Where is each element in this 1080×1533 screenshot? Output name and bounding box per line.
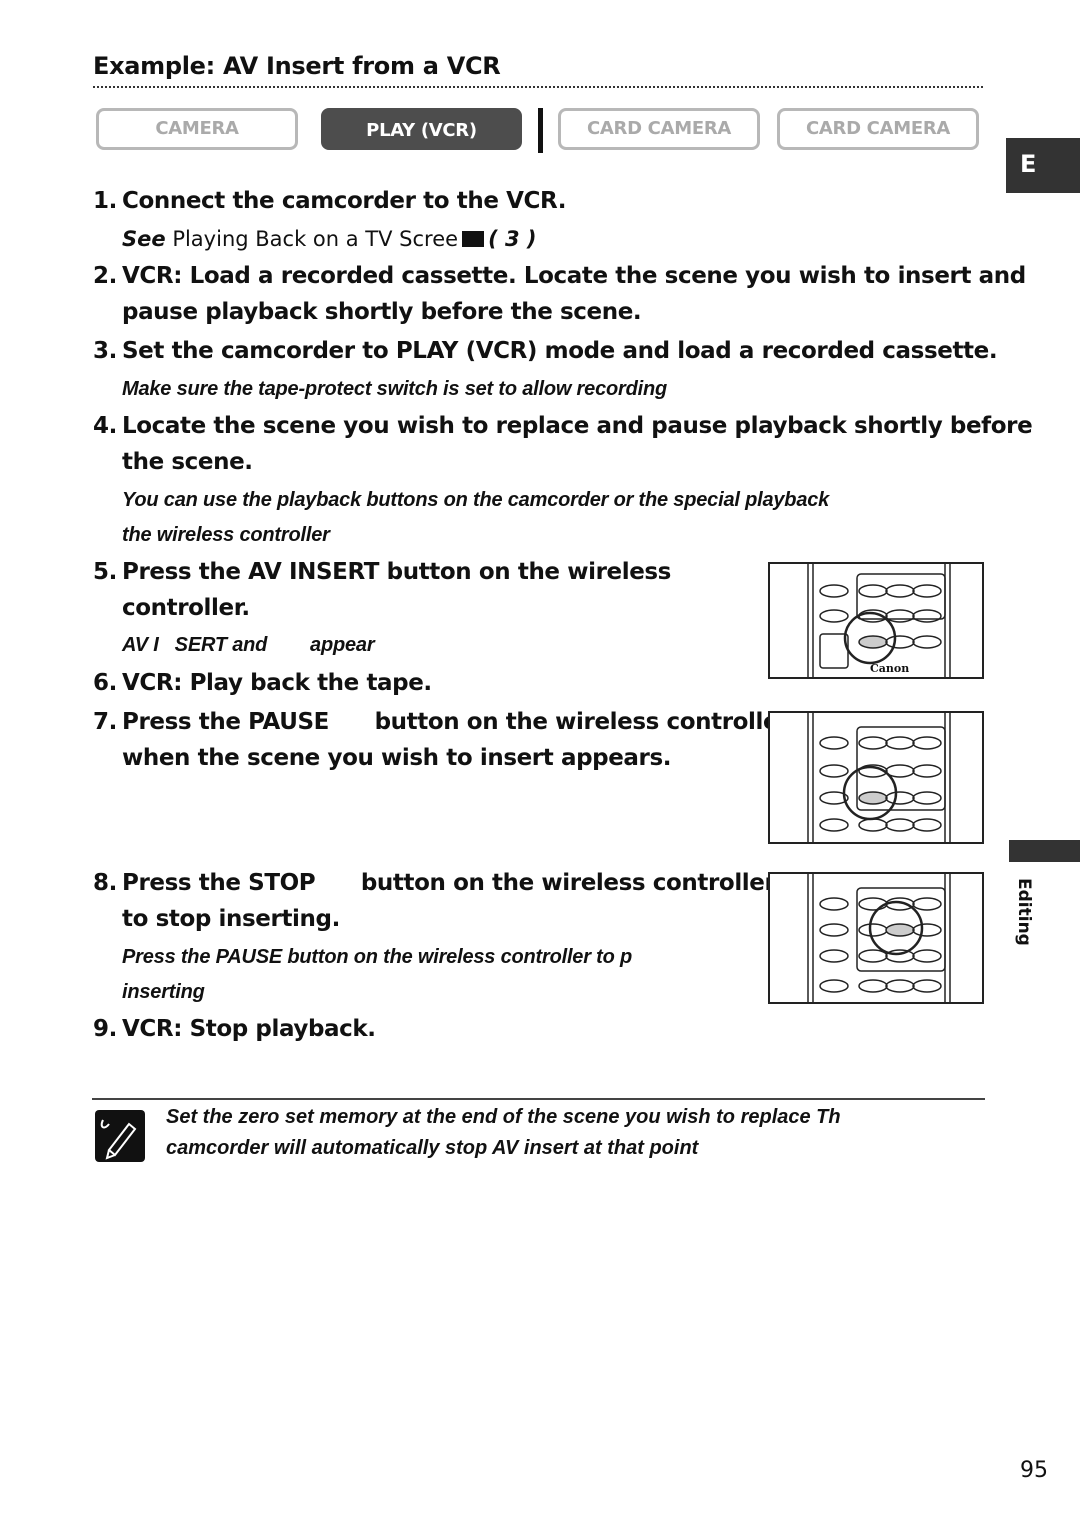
reference-text: Playing Back on a TV Scree [172,227,459,251]
step-1-reference: See Playing Back on a TV Scree ( 3 ) [122,227,537,251]
step-5: 5. Press the AV INSERT button on the wire… [93,554,671,590]
see-prefix: See [122,227,166,251]
step-7-continued: when the scene you wish to insert appear… [122,745,672,771]
mode-separator [538,108,543,153]
step-2: 2. VCR: Load a recorded cassette. Locate … [93,258,1026,294]
step-8: 8. Press the STOP button on the wireless … [93,865,776,901]
remote-illustration-pause [768,711,984,844]
step-3-note: Make sure the tape-protect switch is set… [122,378,667,400]
title-dotted-divider [93,86,983,88]
mode-card-camera-1: CARD CAMERA [558,108,760,150]
page-reference: ( 3 ) [488,227,537,251]
step-4-continued: the scene. [122,449,253,475]
step-7: 7. Press the PAUSE button on the wireless… [93,704,790,740]
step-number: 1. [93,188,117,214]
page-title: Example: AV Insert from a VCR [93,52,501,80]
step-number: 6. [93,670,117,696]
remote-pause-drawing [807,713,951,842]
step-number: 2. [93,263,117,289]
step-text: Press the AV INSERT button on the wirele… [122,559,671,585]
step-text: Press the STOP button on the wireless co… [122,870,776,896]
step-5-note: AV I SERT and appear [122,634,375,656]
step-number: 5. [93,559,117,585]
step-8-note-line-1: Press the PAUSE button on the wireless c… [122,946,633,968]
step-4: 4. Locate the scene you wish to replace a… [93,408,1033,444]
step-3: 3. Set the camcorder to PLAY (VCR) mode a… [93,333,998,369]
step-number: 3. [93,338,117,364]
memo-line-2: camcorder will automatically stop AV ins… [166,1137,699,1159]
step-number: 7. [93,709,117,735]
pencil-memo-icon [95,1110,145,1162]
step-text: VCR: Load a recorded cassette. Locate th… [122,263,1026,289]
remote-stop-drawing [807,874,951,1002]
step-1: 1. Connect the camcorder to the VCR. [93,183,566,219]
page-number: 95 [1020,1458,1048,1483]
step-4-note-line-1: You can use the playback buttons on the … [122,489,830,511]
step-4-note-line-2: the wireless controller [122,524,330,546]
step-text: VCR: Stop playback. [122,1016,376,1042]
mode-card-camera-2: CARD CAMERA [777,108,979,150]
section-sidebar-tab [1009,840,1080,862]
step-number: 9. [93,1016,117,1042]
section-tab-label: E [1020,150,1037,178]
step-9: 9. VCR: Stop playback. [93,1011,376,1047]
step-text: VCR: Play back the tape. [122,670,432,696]
memo-line-1: Set the zero set memory at the end of th… [166,1106,841,1128]
step-6: 6. VCR: Play back the tape. [93,665,432,701]
step-text: Press the PAUSE button on the wireless c… [122,709,790,735]
memo-divider [92,1098,985,1100]
remote-illustration-av-insert: Canon [768,562,984,679]
step-8-continued: to stop inserting. [122,906,340,932]
section-label-editing: Editing [1014,878,1034,946]
step-number: 8. [93,870,117,896]
step-5-continued: controller. [122,595,250,621]
book-icon [462,231,485,247]
step-8-note-line-2: inserting [122,981,205,1003]
step-text: Set the camcorder to PLAY (VCR) mode and… [122,338,998,364]
remote-illustration-stop [768,872,984,1004]
section-tab-e: E [1006,138,1080,193]
mode-play-vcr: PLAY (VCR) [321,108,522,150]
step-text: Connect the camcorder to the VCR. [122,188,567,214]
mode-camera: CAMERA [96,108,298,150]
step-text: Locate the scene you wish to replace and… [122,413,1033,439]
canon-logo: Canon [870,662,909,675]
remote-av-insert-drawing: Canon [807,564,951,677]
step-number: 4. [93,413,117,439]
step-2-continued: pause playback shortly before the scene. [122,299,642,325]
pencil-icon [100,1119,137,1160]
